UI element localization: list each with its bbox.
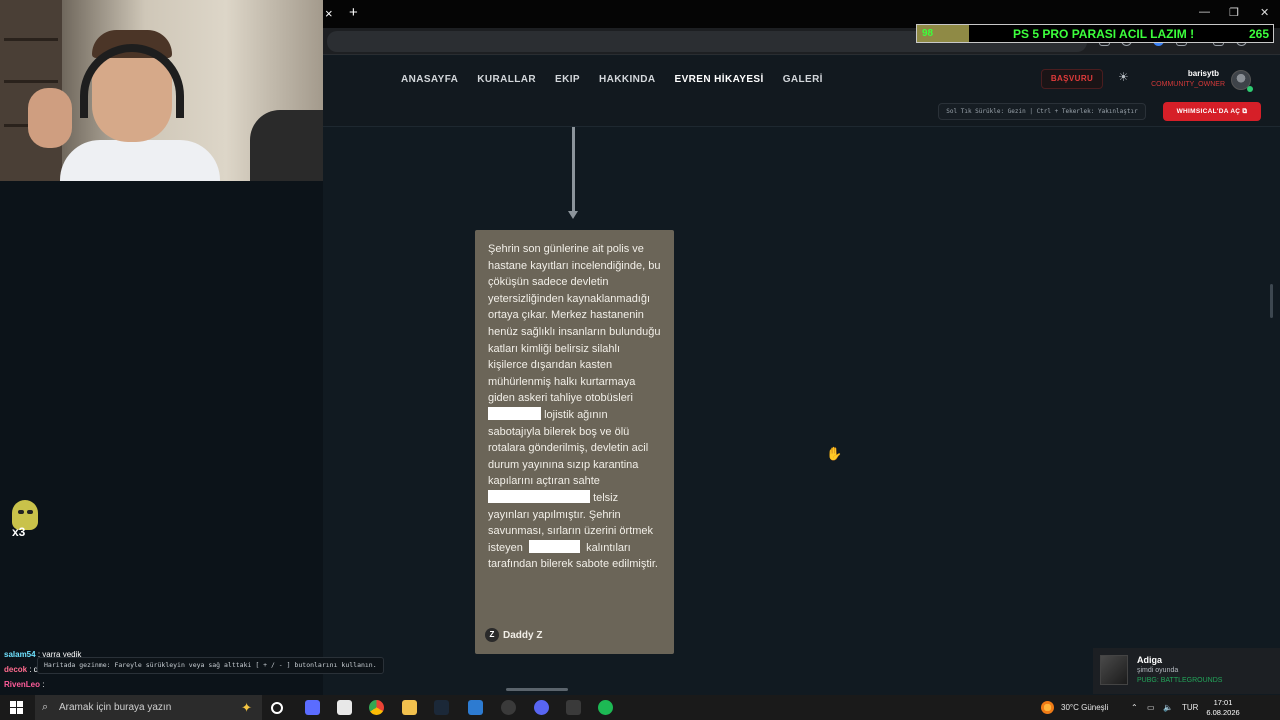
activity-notification[interactable]: Adiga şimdi oyunda PUBG: BATTLEGROUNDS (1093, 648, 1280, 694)
user-name: barisytb (1187, 69, 1219, 78)
navigation-hint: Haritada gezinme: Fareyle sürükleyin vey… (37, 657, 384, 674)
network-icon[interactable]: ▭ (1147, 695, 1155, 720)
minimize-icon[interactable]: — (1199, 6, 1210, 18)
activity-status: şimdi oyunda (1137, 667, 1179, 674)
screen: x3 salam54 : yarra yedik decok : daddyz … (0, 0, 1280, 720)
chat-username: RivenLeo (4, 680, 41, 689)
chrome-icon[interactable] (369, 700, 384, 715)
app-icon[interactable] (305, 700, 320, 715)
tab-close-icon[interactable]: × (325, 6, 333, 21)
file-explorer-icon[interactable] (402, 700, 417, 715)
author-name: Daddy Z (503, 629, 543, 641)
chat-message: RivenLeo : (4, 677, 324, 692)
external-link-icon: ⧉ (1242, 108, 1248, 115)
steam-icon[interactable] (434, 700, 449, 715)
copilot-sparkle-icon: ✦ (241, 700, 252, 715)
discord-icon[interactable] (534, 700, 549, 715)
clock[interactable]: 17:01 6.08.2026 (1203, 698, 1243, 718)
redacted-block (528, 539, 580, 553)
stream-goal-overlay: 98 PS 5 PRO PARASI ACIL LAZIM ! 265 (916, 24, 1274, 43)
game-thumbnail (1100, 655, 1128, 685)
nav-rules[interactable]: KURALLAR (477, 74, 536, 85)
whimsical-canvas[interactable]: Şehrin son günlerine ait polis ve hastan… (323, 127, 1280, 695)
obs-icon[interactable] (501, 700, 516, 715)
main-nav: ANASAYFA KURALLAR EKIP HAKKINDA EVREN Hİ… (401, 74, 823, 85)
windows-taskbar: ⌕ Aramak için buraya yazın ✦ 30°C Güneşl… (0, 695, 1280, 720)
story-text: Şehrin son günlerine ait polis ve hastan… (488, 241, 662, 573)
online-status-dot (1247, 86, 1253, 92)
weather-icon (1041, 701, 1054, 714)
volume-icon[interactable]: 🔈 (1163, 695, 1173, 720)
emote-mascot-icon: x3 (8, 498, 40, 540)
redacted-block (488, 489, 590, 503)
windows-start-icon[interactable] (10, 701, 23, 714)
friend-name: Adiga (1137, 655, 1163, 665)
open-in-whimsical-label: WHIMSICAL'DA AÇ (1176, 108, 1241, 115)
nav-about[interactable]: HAKKINDA (599, 74, 656, 85)
redacted-block (488, 406, 541, 420)
spotify-icon[interactable] (598, 700, 613, 715)
horizontal-scrollbar[interactable] (506, 688, 568, 691)
search-placeholder: Aramak için buraya yazın (59, 702, 172, 713)
chat-username: salam54 (4, 650, 36, 659)
language-indicator[interactable]: TUR (1182, 695, 1198, 720)
theme-toggle-icon[interactable]: ☀ (1118, 70, 1129, 84)
goal-text: PS 5 PRO PARASI ACIL LAZIM ! (1013, 27, 1195, 41)
nav-gallery[interactable]: GALERİ (783, 74, 823, 85)
cortana-icon[interactable] (271, 702, 283, 714)
streamer-shirt (60, 140, 220, 181)
game-name: PUBG: BATTLEGROUNDS (1137, 677, 1223, 684)
search-icon: ⌕ (42, 701, 49, 713)
weather-text[interactable]: 30°C Güneşli (1061, 695, 1108, 720)
webcam-feed (0, 0, 323, 181)
card-author: Z Daddy Z (485, 628, 542, 642)
chat-username: decok (4, 665, 28, 674)
nav-home[interactable]: ANASAYFA (401, 74, 458, 85)
goal-current: 98 (922, 28, 934, 39)
tray-expand-icon[interactable]: ⌃ (1131, 695, 1138, 720)
streamer-hand (28, 88, 72, 148)
open-in-whimsical-button[interactable]: WHIMSICAL'DA AÇ ⧉ (1163, 102, 1261, 121)
app2-icon[interactable] (468, 700, 483, 715)
site-header: ANASAYFA KURALLAR EKIP HAKKINDA EVREN Hİ… (323, 56, 1280, 127)
controls-hint: Sol Tık Sürükle: Gezin | Ctrl + Tekerlek… (938, 103, 1146, 120)
window-close-icon[interactable]: ✕ (1260, 6, 1269, 19)
nav-team[interactable]: EKIP (555, 74, 580, 85)
clock-time: 17:01 (1213, 698, 1233, 707)
story-segment: Şehrin son günlerine ait polis ve hastan… (488, 243, 661, 405)
store-icon[interactable] (337, 700, 352, 715)
gaming-chair (250, 110, 323, 181)
emote-count: x3 (12, 525, 26, 539)
user-role: COMMUNITY_OWNER (1151, 81, 1225, 88)
author-avatar-icon: Z (485, 628, 499, 642)
chat-text: : (42, 680, 45, 689)
hand-cursor-icon: ✋ (826, 446, 843, 461)
taskbar-search[interactable]: ⌕ Aramak için buraya yazın ✦ (35, 695, 262, 720)
stream-overlay-column: x3 salam54 : yarra yedik decok : daddyz … (0, 0, 323, 695)
goal-target: 265 (1248, 27, 1269, 41)
connector-line (572, 127, 575, 213)
apply-button[interactable]: BAŞVURU (1041, 69, 1103, 89)
story-card[interactable]: Şehrin son günlerine ait polis ve hastan… (475, 230, 674, 654)
vertical-scrollbar[interactable] (1270, 284, 1273, 318)
new-tab-icon[interactable]: + (349, 4, 358, 21)
story-segment: lojistik ağının sabotajıyla bilerek boş … (488, 408, 649, 488)
clock-date: 6.08.2026 (1206, 708, 1240, 717)
browser-active-icon[interactable] (566, 700, 581, 715)
restore-icon[interactable]: ❐ (1229, 6, 1239, 19)
nav-universe-story[interactable]: EVREN HİKAYESİ (675, 74, 764, 85)
connector-arrowhead (568, 211, 578, 219)
